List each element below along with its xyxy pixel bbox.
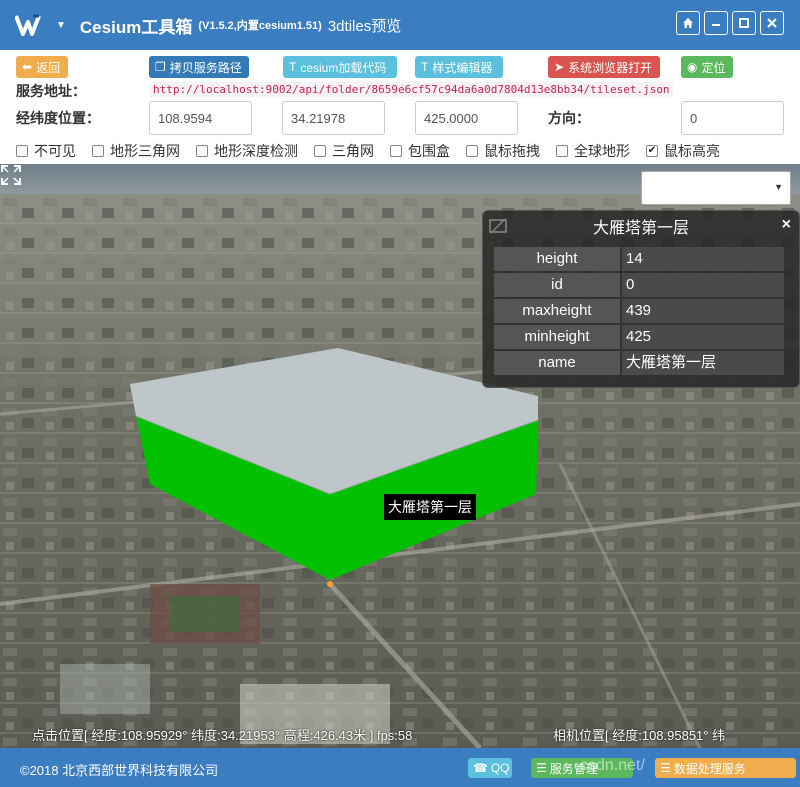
back-button[interactable]: ⬅ 返回 xyxy=(16,56,68,78)
toolbar: ⬅ 返回 ❐ 拷贝服务路径 T cesium加载代码 T 样式编辑器 ➤ 系统浏… xyxy=(0,50,800,164)
latitude-input[interactable]: 34.21978 xyxy=(282,101,385,135)
checkbox[interactable] xyxy=(466,145,478,157)
table-row: name 大雁塔第一层 xyxy=(494,351,784,377)
app-logo-icon[interactable] xyxy=(14,10,48,40)
attribute-value: 439 xyxy=(622,299,784,323)
option-terrain-mesh[interactable]: 地形三角网 xyxy=(92,141,180,161)
copy-icon: ❐ xyxy=(155,60,166,74)
qq-icon: ☎ xyxy=(473,761,488,775)
maximize-button[interactable] xyxy=(732,11,756,35)
position-label: 经纬度位置： xyxy=(16,110,100,126)
click-position-status: 点击位置[ 经度:108.95929° 纬度:34.21953° 高程:426.… xyxy=(32,728,413,743)
copy-service-path-button[interactable]: ❐ 拷贝服务路径 xyxy=(149,56,249,78)
attribute-key: minheight xyxy=(494,325,620,349)
info-panel-header: 大雁塔第一层 × xyxy=(483,211,799,241)
minimize-button[interactable] xyxy=(704,11,728,35)
copyright-text: ©2018 北京西部世界科技有限公司 xyxy=(20,763,219,778)
attribute-table: height 14 id 0 maxheight 439 minheight 4… xyxy=(494,247,784,377)
text-icon: T xyxy=(421,60,429,74)
attribute-key: id xyxy=(494,273,620,297)
direction-label: 方向： xyxy=(548,110,590,126)
minimize-icon xyxy=(712,24,720,26)
option-terrain-depth-test[interactable]: 地形深度检测 xyxy=(196,141,298,161)
camera-position-status: 相机位置[ 经度:108.95851° 纬 xyxy=(553,728,726,743)
map-viewport[interactable]: ▼ 大雁塔第一层 × height 14 id 0 maxheight 439 … xyxy=(0,164,800,748)
checkbox[interactable] xyxy=(314,145,326,157)
style-editor-button[interactable]: T 样式编辑器 xyxy=(415,56,503,78)
app-version: (V1.5.2,内置cesium1.51) xyxy=(198,20,322,32)
home-icon xyxy=(683,18,693,28)
altitude-input[interactable]: 425.0000 xyxy=(415,101,518,135)
feature-label: 大雁塔第一层 xyxy=(384,494,476,520)
close-button[interactable] xyxy=(760,11,784,35)
attribute-value: 0 xyxy=(622,273,784,297)
list-icon: ☰ xyxy=(660,761,671,775)
caret-down-icon: ▼ xyxy=(774,182,783,192)
attribute-key: name xyxy=(494,351,620,375)
service-url: http://localhost:9002/api/folder/8659e6c… xyxy=(150,82,673,97)
attribute-key: maxheight xyxy=(494,299,620,323)
options-checkboxes: 不可见 地形三角网 地形深度检测 三角网 包围盒 鼠标拖拽 全球地形 ✔ 鼠标高亮 xyxy=(16,141,736,161)
close-icon[interactable]: × xyxy=(782,216,791,234)
table-row: minheight 425 xyxy=(494,325,784,351)
fullscreen-icon[interactable] xyxy=(0,164,22,186)
home-button[interactable] xyxy=(676,11,700,35)
option-global-terrain[interactable]: 全球地形 xyxy=(556,141,630,161)
app-title: Cesium工具箱 xyxy=(79,17,193,37)
attribute-value: 14 xyxy=(622,247,784,271)
layer-select-dropdown[interactable]: ▼ xyxy=(641,171,791,205)
locate-button[interactable]: ◉ 定位 xyxy=(681,56,733,78)
option-bounding-box[interactable]: 包围盒 xyxy=(390,141,450,161)
maximize-icon xyxy=(739,18,749,28)
footer: ©2018 北京西部世界科技有限公司 ☎ QQ ☰ 服务管理 ☰ 数据处理服务 … xyxy=(0,748,800,787)
arrow-left-icon: ⬅ xyxy=(22,60,33,74)
service-url-label: 服务地址： xyxy=(16,83,86,99)
app-subtitle: 3dtiles预览 xyxy=(327,17,402,35)
attribute-value: 425 xyxy=(622,325,784,349)
checkbox[interactable] xyxy=(196,145,208,157)
list-icon: ☰ xyxy=(536,761,547,775)
checkbox[interactable] xyxy=(556,145,568,157)
text-icon: T xyxy=(289,60,297,74)
checkbox[interactable] xyxy=(390,145,402,157)
attribute-key: height xyxy=(494,247,620,271)
close-icon xyxy=(767,18,777,28)
title-bar: ▼ Cesium工具箱 (V1.5.2,内置cesium1.51) 3dtile… xyxy=(0,0,800,50)
direction-input[interactable]: 0 xyxy=(681,101,784,135)
checkbox[interactable] xyxy=(16,145,28,157)
feature-info-panel: 大雁塔第一层 × height 14 id 0 maxheight 439 mi… xyxy=(482,210,800,388)
watermark-text: csdn.net/ xyxy=(580,757,645,774)
hide-panel-icon[interactable] xyxy=(489,217,507,235)
checkbox-checked[interactable]: ✔ xyxy=(646,145,658,157)
qq-button[interactable]: ☎ QQ xyxy=(468,758,512,778)
table-row: height 14 xyxy=(494,247,784,273)
longitude-input[interactable]: 108.9594 xyxy=(149,101,252,135)
option-mouse-drag[interactable]: 鼠标拖拽 xyxy=(466,141,540,161)
info-panel-title: 大雁塔第一层 xyxy=(592,220,689,237)
target-icon: ◉ xyxy=(687,60,698,74)
option-mesh[interactable]: 三角网 xyxy=(314,141,374,161)
send-icon: ➤ xyxy=(554,60,565,74)
checkbox[interactable] xyxy=(92,145,104,157)
attribute-value: 大雁塔第一层 xyxy=(622,351,784,375)
open-in-browser-button[interactable]: ➤ 系统浏览器打开 xyxy=(548,56,660,78)
option-mouse-highlight[interactable]: ✔ 鼠标高亮 xyxy=(646,141,720,161)
table-row: maxheight 439 xyxy=(494,299,784,325)
cesium-load-code-button[interactable]: T cesium加载代码 xyxy=(283,56,397,78)
option-invisible[interactable]: 不可见 xyxy=(16,141,76,161)
caret-down-icon[interactable]: ▼ xyxy=(56,20,66,31)
data-processing-button[interactable]: ☰ 数据处理服务 xyxy=(655,758,796,778)
table-row: id 0 xyxy=(494,273,784,299)
